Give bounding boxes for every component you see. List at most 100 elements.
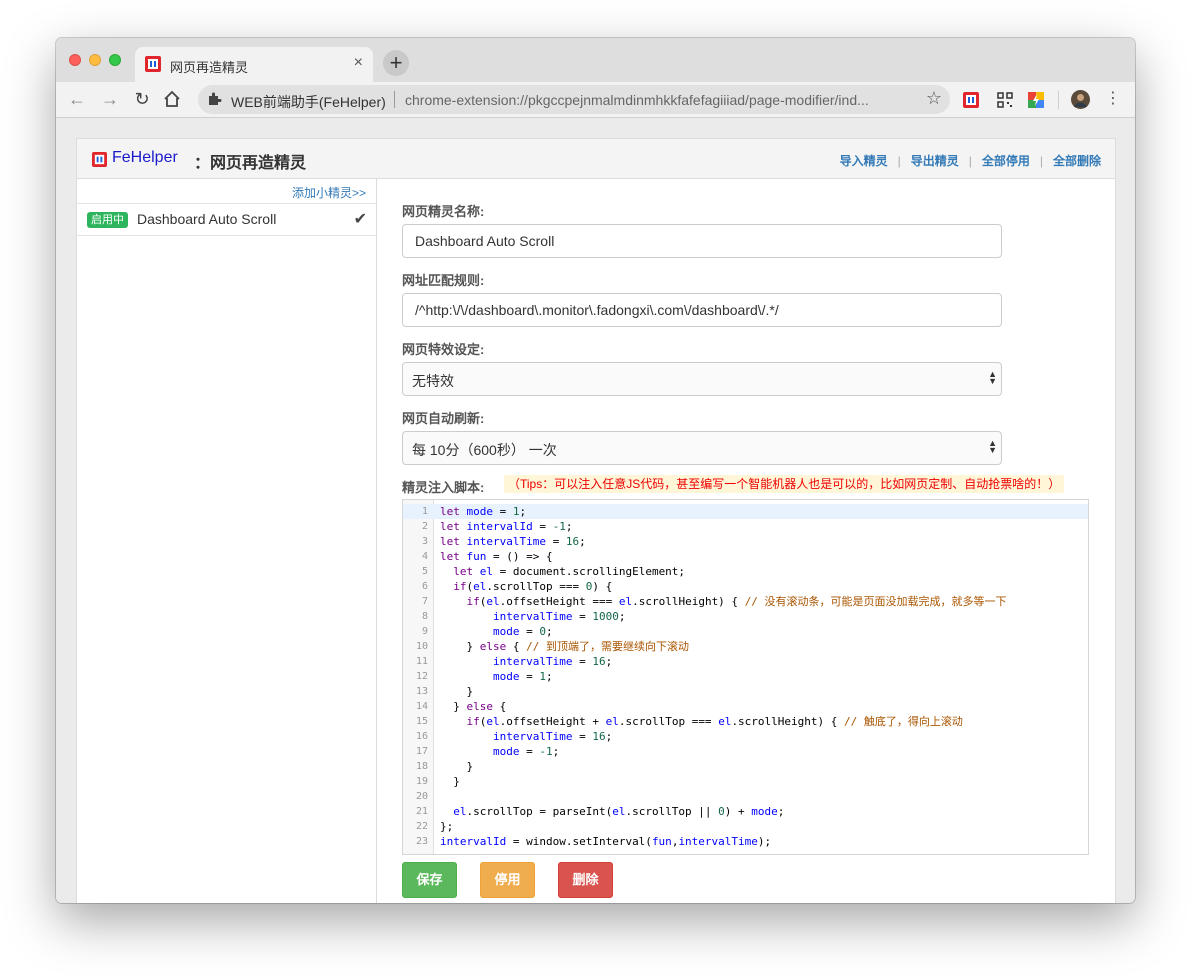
code-line[interactable]: 17 mode = -1; [403, 744, 1088, 759]
line-number: 12 [415, 671, 428, 682]
line-number: 10 [415, 641, 428, 652]
code-line[interactable]: 14 } else { [403, 699, 1088, 714]
code-text: if(el.offsetHeight + el.scrollTop === el… [466, 715, 963, 728]
code-line[interactable]: 21 el.scrollTop = parseInt(el.scrollTop … [403, 804, 1088, 819]
code-editor[interactable]: 1 let mode = 1; 2 let intervalId = -1; 3 let … [402, 499, 1089, 855]
line-number: 15 [415, 716, 428, 727]
line-number: 6 [421, 581, 428, 592]
disable-button[interactable]: 停用 [480, 862, 535, 898]
sidebar-item-dashboard-auto-scroll[interactable]: 启用中 Dashboard Auto Scroll ✔ [77, 203, 376, 236]
close-window-button[interactable] [69, 54, 81, 66]
checkmark-icon: ✔ [353, 211, 367, 228]
code-text: if(el.offsetHeight === el.scrollHeight) … [466, 595, 1007, 608]
code-line[interactable]: 18 } [403, 759, 1088, 774]
page-header: FeHelper ：网页再造精灵 导入精灵 | 导出精灵 | 全部停用 | 全部删除 [77, 139, 1115, 179]
code-line[interactable]: 23 intervalId = window.setInterval(fun,in… [403, 834, 1088, 849]
reload-icon[interactable]: ↻ [131, 88, 153, 110]
sidebar-item-label: Dashboard Auto Scroll [137, 211, 277, 227]
code-text: } else { // 到顶端了，需要继续向下滚动 [440, 640, 689, 653]
line-number: 2 [421, 521, 428, 532]
refresh-label: 网页自动刷新: [402, 411, 485, 426]
code-line[interactable]: 1 let mode = 1; [403, 504, 1088, 519]
code-text: } [440, 685, 474, 698]
menu-kebab-icon[interactable]: ⋮ [1102, 88, 1124, 110]
add-sprite-link[interactable]: 添加小精灵>> [292, 184, 366, 201]
code-line[interactable]: 11 intervalTime = 16; [403, 654, 1088, 669]
url-rule-value: /^http:\/\/dashboard\.monitor\.fadongxi\… [415, 302, 779, 318]
qrcode-extension-icon[interactable] [997, 92, 1013, 108]
browser-tab[interactable]: 网页再造精灵 × [135, 47, 373, 82]
code-line[interactable]: 20 [403, 789, 1088, 804]
code-text: intervalTime = 1000; [492, 610, 626, 623]
address-divider [394, 91, 395, 108]
line-number: 8 [421, 611, 428, 622]
line-number: 1 [421, 506, 428, 517]
code-line[interactable]: 6 if(el.scrollTop === 0) { [403, 579, 1088, 594]
address-url: chrome-extension://pkgccpejnmalmdinmhkkf… [405, 92, 869, 108]
code-text: if(el.scrollTop === 0) { [453, 580, 613, 593]
url-rule-input[interactable]: /^http:\/\/dashboard\.monitor\.fadongxi\… [402, 293, 1002, 327]
status-badge: 启用中 [87, 212, 128, 228]
line-number: 17 [415, 746, 428, 757]
code-line[interactable]: 4 let fun = () => { [403, 549, 1088, 564]
disable-all-link[interactable]: 全部停用 [982, 154, 1030, 168]
tab-close-icon[interactable]: × [354, 54, 363, 72]
import-link[interactable]: 导入精灵 [840, 154, 888, 168]
code-line[interactable]: 2 let intervalId = -1; [403, 519, 1088, 534]
line-number: 9 [421, 626, 428, 637]
line-number: 4 [421, 551, 428, 562]
code-line[interactable]: 15 if(el.offsetHeight + el.scrollTop ===… [403, 714, 1088, 729]
minimize-window-button[interactable] [89, 54, 101, 66]
avatar[interactable] [1071, 90, 1090, 109]
address-bar[interactable]: WEB前端助手(FeHelper) chrome-extension://pkg… [198, 85, 950, 114]
code-line[interactable]: 7 if(el.offsetHeight === el.scrollHeight… [403, 594, 1088, 609]
export-link[interactable]: 导出精灵 [911, 154, 959, 168]
fehelper-logo-icon [92, 152, 107, 167]
delete-button[interactable]: 删除 [558, 862, 613, 898]
header-links: 导入精灵 | 导出精灵 | 全部停用 | 全部删除 [839, 154, 1101, 168]
refresh-select[interactable]: 每 10分（600秒） 一次 ▲ ▼ [402, 431, 1002, 465]
code-text: }; [440, 820, 454, 833]
fehelper-extension-icon[interactable] [963, 92, 979, 108]
back-icon[interactable]: ← [66, 88, 88, 110]
code-text: let mode = 1; [440, 505, 527, 518]
line-number: 23 [415, 836, 428, 847]
fehelper-favicon-icon [145, 56, 161, 72]
extension-puzzle-icon [209, 92, 222, 105]
save-button[interactable]: 保存 [402, 862, 457, 898]
new-tab-button[interactable]: + [383, 50, 409, 76]
line-number: 20 [415, 791, 428, 802]
home-icon[interactable] [163, 90, 181, 108]
effect-select[interactable]: 无特效 ▲ ▼ [402, 362, 1002, 396]
code-line[interactable]: 22}; [403, 819, 1088, 834]
code-line[interactable]: 8 intervalTime = 1000; [403, 609, 1088, 624]
code-line[interactable]: 12 mode = 1; [403, 669, 1088, 684]
tab-title: 网页再造精灵 [170, 60, 249, 75]
delete-all-link[interactable]: 全部删除 [1053, 154, 1101, 168]
line-number: 16 [415, 731, 428, 742]
page-title: ：网页再造精灵 [194, 155, 307, 172]
code-line[interactable]: 9 mode = 0; [403, 624, 1088, 639]
name-label: 网页精灵名称: [402, 204, 485, 219]
name-input-value: Dashboard Auto Scroll [415, 233, 555, 249]
script-label: 精灵注入脚本: [402, 480, 485, 495]
colorful-extension-icon[interactable] [1028, 92, 1044, 108]
select-arrows-icon: ▲ ▼ [988, 369, 997, 386]
page-container: FeHelper ：网页再造精灵 导入精灵 | 导出精灵 | 全部停用 | 全部删除 添加小… [76, 138, 1116, 903]
tips-text: （Tips：可以注入任意JS代码，甚至编写一个智能机器人也是可以的，比如网页定制… [504, 475, 1065, 493]
code-line[interactable]: 3 let intervalTime = 16; [403, 534, 1088, 549]
code-line[interactable]: 19 } [403, 774, 1088, 789]
code-line[interactable]: 10 } else { // 到顶端了，需要继续向下滚动 [403, 639, 1088, 654]
code-text: mode = 1; [492, 670, 553, 683]
code-text: } [440, 775, 460, 788]
zoom-window-button[interactable] [109, 54, 121, 66]
effect-label: 网页特效设定: [402, 342, 485, 357]
code-line[interactable]: 5 let el = document.scrollingElement; [403, 564, 1088, 579]
line-number: 13 [415, 686, 428, 697]
code-line[interactable]: 16 intervalTime = 16; [403, 729, 1088, 744]
bookmark-star-icon[interactable]: ☆ [926, 88, 942, 109]
code-line[interactable]: 13 } [403, 684, 1088, 699]
name-input[interactable]: Dashboard Auto Scroll [402, 224, 1002, 258]
forward-icon[interactable]: → [99, 88, 121, 110]
brand-link[interactable]: FeHelper [112, 149, 178, 167]
